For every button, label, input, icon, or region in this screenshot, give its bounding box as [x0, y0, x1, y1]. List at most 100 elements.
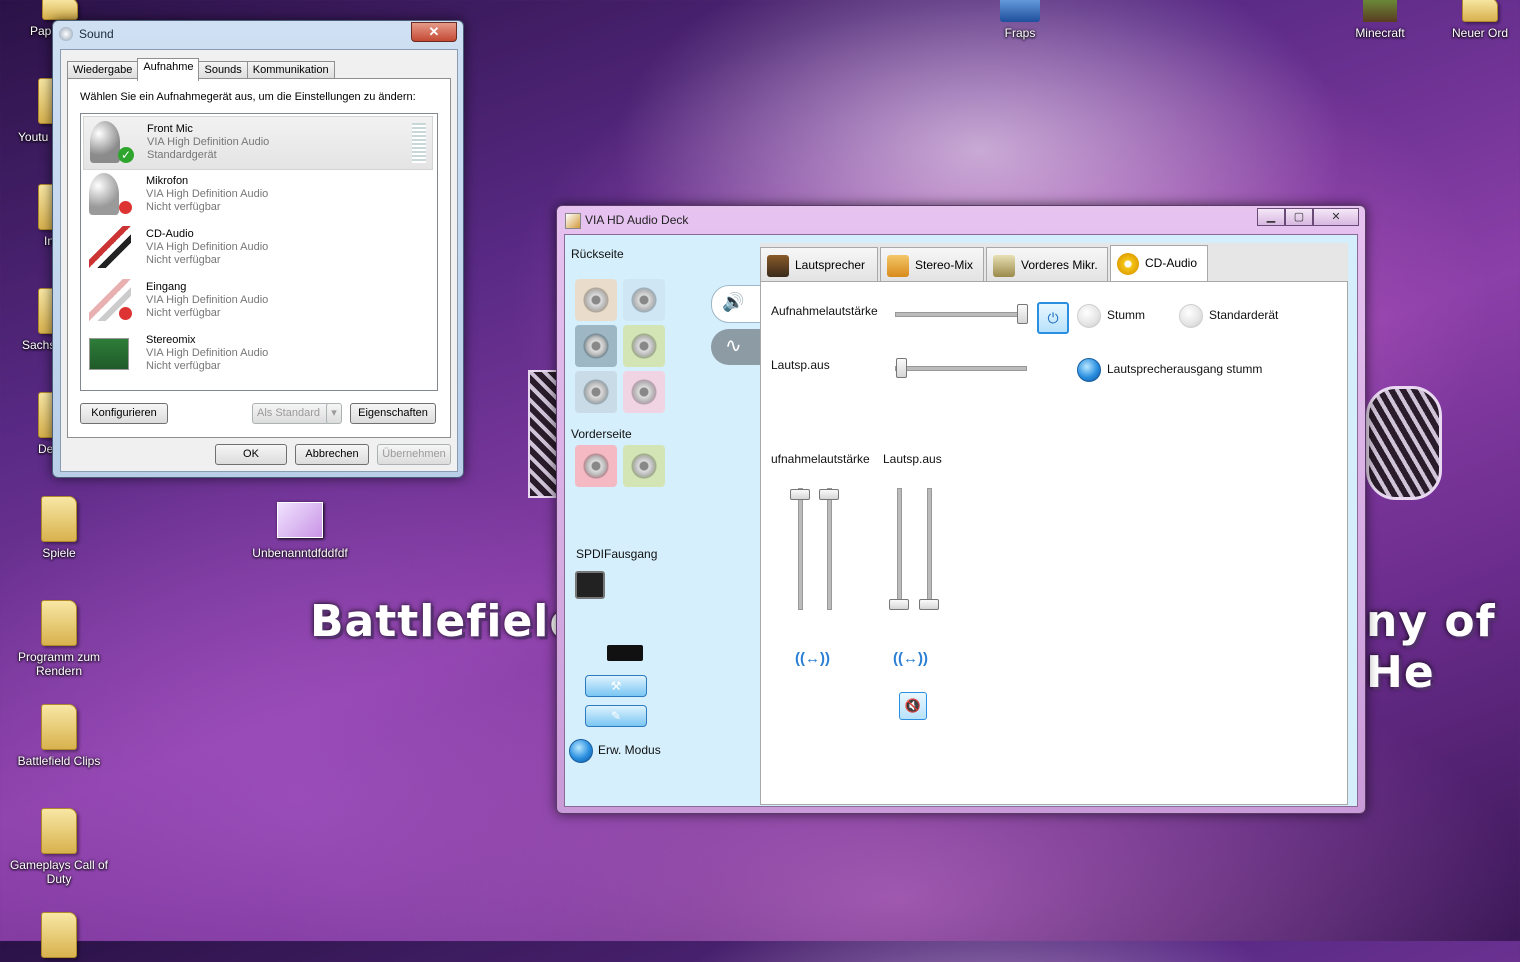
speaker-left-channel-slider[interactable]	[889, 488, 909, 610]
device-list[interactable]: ✓ Front Mic VIA High Definition Audio St…	[80, 113, 438, 391]
desktop-icon-label: Battlefield Clips	[17, 754, 101, 768]
rear-jack[interactable]	[575, 325, 617, 367]
desktop-icon-label: Gameplays Call of Duty	[9, 858, 109, 886]
window-title: VIA HD Audio Deck	[585, 213, 689, 227]
desktop-icon-programm[interactable]: Programm zum Rendern	[9, 600, 109, 678]
tab-label: CD-Audio	[1145, 256, 1198, 270]
device-name: Front Mic	[147, 123, 193, 135]
chevron-down-icon: ▾	[331, 407, 337, 419]
front-jack[interactable]	[575, 445, 617, 487]
advanced-mode-label: Erw. Modus	[598, 743, 661, 757]
rear-panel-label: Rückseite	[571, 247, 624, 261]
rear-jack[interactable]	[623, 279, 665, 321]
tab-cd-audio[interactable]: CD-Audio	[1110, 245, 1208, 282]
speaker-right-channel-slider[interactable]	[919, 488, 939, 610]
connector-icon	[607, 645, 643, 661]
speaker-balance-icon[interactable]: ((↔))	[893, 650, 928, 667]
image-file-icon	[277, 502, 323, 538]
desktop-icon-spiele[interactable]: Spiele	[9, 496, 109, 560]
cd-audio-panel: Aufnahmelautstärke ⏻ Stumm Standarderät …	[760, 281, 1348, 805]
close-button[interactable]: ✕	[411, 22, 457, 42]
minimize-button[interactable]: ▁	[1257, 208, 1285, 226]
slider-thumb[interactable]	[819, 489, 839, 500]
device-name: Mikrofon	[146, 175, 189, 187]
speaker-mute-button[interactable]: 🔇	[899, 692, 927, 720]
desktop-icon-neuer-ordner[interactable]: Neuer Ord	[1440, 0, 1520, 40]
window-title: Sound	[79, 27, 114, 41]
recording-volume-button[interactable]: ⏻	[1037, 302, 1069, 334]
desktop-icon-label: Fraps	[1004, 26, 1036, 40]
level-meter	[412, 123, 426, 163]
list-item[interactable]: CD-Audio VIA High Definition Audio Nicht…	[83, 222, 431, 274]
list-item[interactable]: ✓ Front Mic VIA High Definition Audio St…	[83, 116, 433, 170]
set-default-dropdown: ▾	[326, 403, 342, 424]
device-tab-strip: Lautsprecher Stereo-Mix Vorderes Mikr. C…	[760, 243, 1348, 282]
cancel-button[interactable]: Abbrechen	[295, 444, 369, 465]
desktop-icon-label: Spiele	[42, 546, 76, 560]
recording-balance-icon[interactable]: ((↔))	[795, 650, 830, 667]
desktop-icon-minecraft[interactable]: Minecraft	[1330, 0, 1430, 40]
device-name: Stereomix	[146, 334, 196, 346]
recording-right-channel-slider[interactable]	[819, 488, 839, 610]
desktop-icon-partial[interactable]	[9, 912, 109, 962]
list-item[interactable]: Stereomix VIA High Definition Audio Nich…	[83, 328, 431, 380]
tab-lautsprecher[interactable]: Lautsprecher	[760, 247, 878, 282]
wallpaper-graphic-right	[1366, 386, 1442, 500]
recording-volume-label: Aufnahmelautstärke	[771, 304, 878, 318]
rear-jack[interactable]	[575, 371, 617, 413]
tab-vorderes-mikr[interactable]: Vorderes Mikr.	[986, 247, 1108, 282]
tools-button[interactable]: ⚒	[585, 675, 647, 697]
maximize-button[interactable]: ▢	[1285, 208, 1313, 226]
speaker-out-slider[interactable]	[895, 358, 1027, 378]
slider-thumb[interactable]	[919, 599, 939, 610]
unavailable-icon	[119, 307, 132, 320]
slider-thumb[interactable]	[1017, 304, 1028, 324]
slider-thumb[interactable]	[896, 358, 907, 378]
apply-button: Übernehmen	[377, 444, 451, 465]
slider-thumb[interactable]	[790, 489, 810, 500]
tab-stereo-mix[interactable]: Stereo-Mix	[880, 247, 984, 282]
set-default-button: Als Standard	[252, 403, 330, 424]
desktop-icon-gameplays[interactable]: Gameplays Call of Duty	[9, 808, 109, 886]
default-device-radio[interactable]	[1179, 304, 1203, 328]
desktop-icon-unbenannt[interactable]: Unbenanntdfddfdf	[240, 502, 360, 560]
mute-label: Stumm	[1107, 308, 1146, 322]
wallpaper-text-right: ny of He	[1366, 596, 1496, 698]
speaker-out-mute-radio[interactable]	[1077, 358, 1101, 382]
effect-mode-button[interactable]: ∿	[711, 329, 761, 365]
device-name: CD-Audio	[146, 228, 194, 240]
desktop-icon-label: Unbenanntdfddfdf	[252, 546, 348, 560]
list-item[interactable]: Eingang VIA High Definition Audio Nicht …	[83, 275, 431, 327]
recording-volume-slider[interactable]	[895, 304, 1028, 324]
edit-button[interactable]: ✎	[585, 705, 647, 727]
desktop-icon-fraps[interactable]: Fraps	[970, 0, 1070, 40]
unavailable-icon	[119, 201, 132, 214]
rear-jack[interactable]	[623, 371, 665, 413]
mute-radio[interactable]	[1077, 304, 1101, 328]
sound-app-icon	[59, 27, 73, 41]
list-item[interactable]: Mikrofon VIA High Definition Audio Nicht…	[83, 169, 431, 221]
ok-button[interactable]: OK	[215, 444, 287, 465]
soundcard-icon	[89, 338, 129, 370]
cd-icon	[1117, 252, 1139, 275]
configure-button[interactable]: Konfigurieren	[80, 403, 168, 424]
close-button[interactable]: ✕	[1313, 208, 1359, 226]
device-status: Nicht verfügbar	[146, 254, 221, 266]
spdif-port-icon[interactable]	[575, 571, 605, 599]
desktop-icon-label: Pap	[30, 24, 52, 38]
device-status: Nicht verfügbar	[146, 307, 221, 319]
tools-icon: ⚒	[610, 679, 622, 693]
advanced-mode-radio[interactable]	[569, 739, 593, 763]
rear-jack[interactable]	[575, 279, 617, 321]
device-driver: VIA High Definition Audio	[147, 136, 270, 148]
volume-mode-button[interactable]: 🔊	[711, 285, 763, 323]
desktop-icon-battlefield-clips[interactable]: Battlefield Clips	[9, 704, 109, 768]
recording-left-channel-slider[interactable]	[790, 488, 810, 610]
tab-label: Stereo-Mix	[915, 258, 974, 272]
properties-button[interactable]: Eigenschaften	[350, 403, 436, 424]
front-jack[interactable]	[623, 445, 665, 487]
rear-jack[interactable]	[623, 325, 665, 367]
tab-aufnahme[interactable]: Aufnahme	[137, 58, 200, 81]
slider-thumb[interactable]	[889, 599, 909, 610]
speaker-volume-icon: 🔊	[722, 292, 745, 312]
